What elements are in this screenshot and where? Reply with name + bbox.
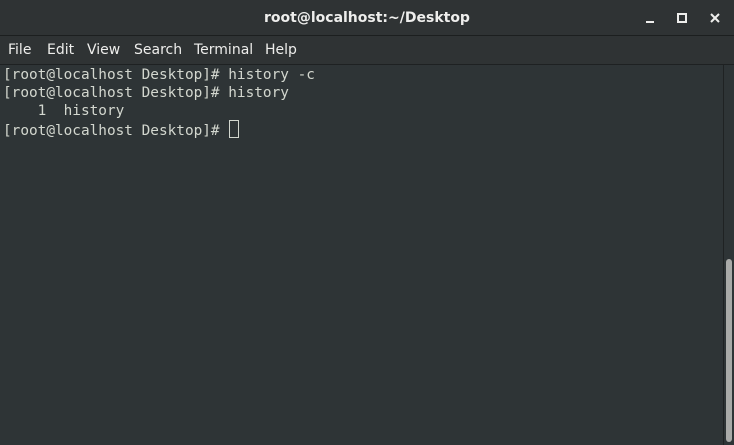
prompt-line: [root@localhost Desktop]# [3,120,723,139]
window-title: root@localhost:~/Desktop [264,10,470,26]
menu-file[interactable]: File [8,42,31,58]
terminal-window: root@localhost:~/Desktop File Edit View … [0,0,734,445]
menu-view[interactable]: View [87,42,120,58]
close-icon [710,13,720,23]
maximize-button[interactable] [672,8,692,28]
prompt-text: [root@localhost Desktop]# [3,123,229,139]
menu-help[interactable]: Help [265,42,297,58]
terminal-line: 1 history [3,103,125,119]
menu-bar: File Edit View Search Terminal Help [0,36,734,65]
close-button[interactable] [705,8,725,28]
menu-edit[interactable]: Edit [47,42,74,58]
vertical-scrollbar[interactable] [723,65,734,445]
scrollbar-thumb[interactable] [726,259,732,442]
maximize-icon [677,13,687,23]
title-bar[interactable]: root@localhost:~/Desktop [0,0,734,36]
text-cursor [229,120,240,138]
terminal-line: [root@localhost Desktop]# history -c [3,67,315,83]
minimize-button[interactable] [640,8,660,28]
terminal-output[interactable]: [root@localhost Desktop]# history -c [ro… [0,65,723,445]
minimize-icon [646,21,654,23]
menu-terminal[interactable]: Terminal [194,42,253,58]
terminal-line: [root@localhost Desktop]# history [3,85,289,101]
menu-search[interactable]: Search [134,42,182,58]
